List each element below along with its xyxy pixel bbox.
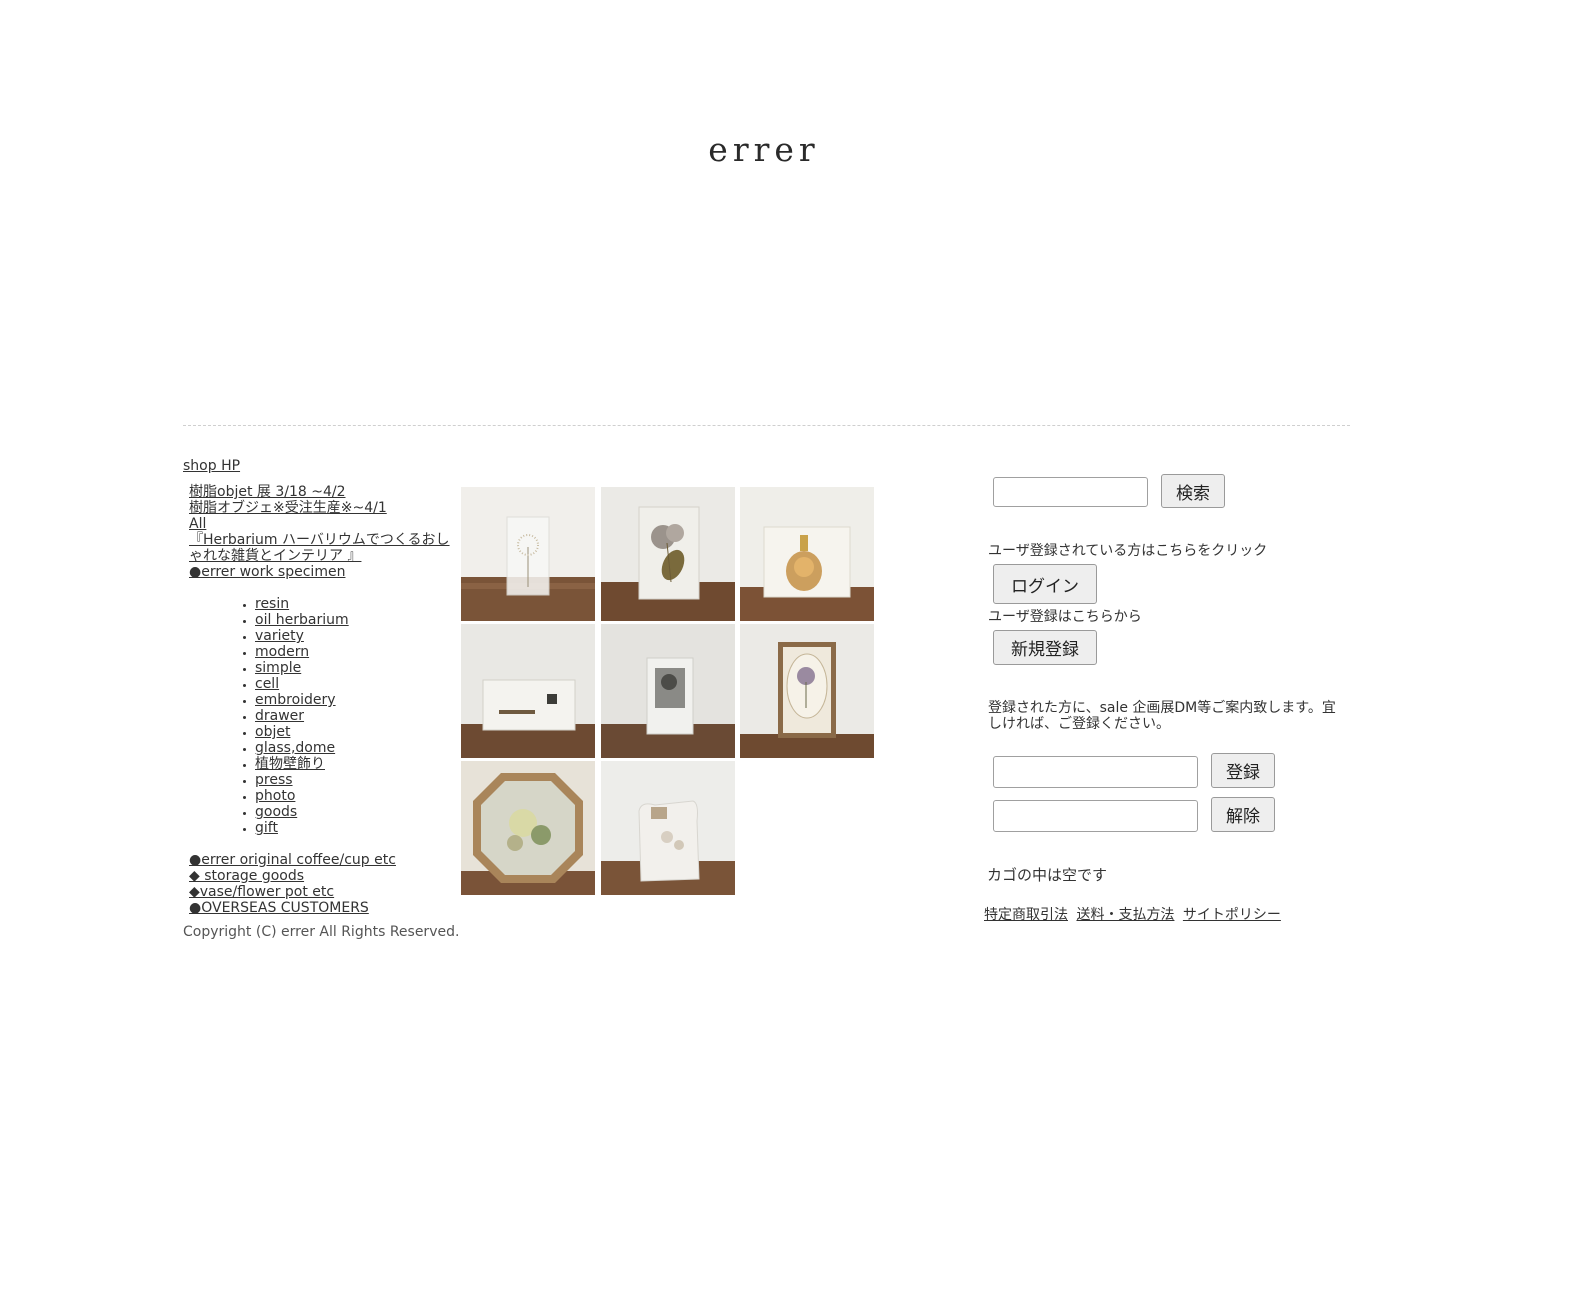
list-item: photo — [255, 788, 453, 804]
product-tile[interactable] — [461, 761, 595, 895]
category-link-resin-objet-exhibition[interactable]: 樹脂objet 展 3/18 ~4/2 — [189, 484, 453, 500]
subcategory-link-plant-wall-decor[interactable]: 植物壁飾り — [255, 756, 453, 772]
subscribe-email-input[interactable] — [993, 756, 1198, 788]
register-button[interactable]: 新規登録 — [993, 630, 1097, 665]
subcategory-link-resin[interactable]: resin — [255, 596, 453, 612]
category-sidebar: shop HP 樹脂objet 展 3/18 ~4/2 樹脂オブジェ※受注生産※… — [183, 458, 453, 916]
category-link-overseas-customers[interactable]: ●OVERSEAS CUSTOMERS — [189, 900, 453, 916]
search-button[interactable]: 検索 — [1161, 474, 1225, 508]
category-link-herbarium-book[interactable]: 『Herbarium ハーバリウムでつくるおしゃれな雑貨とインテリア 』 — [189, 532, 453, 564]
login-button[interactable]: ログイン — [993, 564, 1097, 604]
subcategory-link-cell[interactable]: cell — [255, 676, 453, 692]
subscribe-button[interactable]: 登録 — [1211, 753, 1275, 788]
shop-hp-link[interactable]: shop HP — [183, 458, 453, 474]
product-tile[interactable] — [740, 487, 874, 621]
subcategory-link-embroidery[interactable]: embroidery — [255, 692, 453, 708]
category-link-vase-flower-pot[interactable]: ◆vase/flower pot etc — [189, 884, 453, 900]
product-image — [740, 624, 874, 758]
list-item: embroidery — [255, 692, 453, 708]
header-divider — [183, 425, 1350, 426]
subcategory-link-photo[interactable]: photo — [255, 788, 453, 804]
list-item: press — [255, 772, 453, 788]
product-image — [601, 624, 735, 758]
subcategory-link-gift[interactable]: gift — [255, 820, 453, 836]
category-link-coffee-cup[interactable]: ●errer original coffee/cup etc — [189, 852, 453, 868]
commerce-law-link[interactable]: 特定商取引法 — [984, 907, 1068, 923]
category-link-all[interactable]: All — [189, 516, 453, 532]
subcategory-link-oil-herbarium[interactable]: oil herbarium — [255, 612, 453, 628]
list-item: goods — [255, 804, 453, 820]
search-input[interactable] — [993, 477, 1148, 507]
product-image — [461, 487, 595, 621]
list-item: gift — [255, 820, 453, 836]
category-link-work-specimen[interactable]: ●errer work specimen — [189, 564, 453, 580]
subcategory-list: resin oil herbarium variety modern simpl… — [189, 596, 453, 836]
subcategory-link-objet[interactable]: objet — [255, 724, 453, 740]
subcategory-link-simple[interactable]: simple — [255, 660, 453, 676]
product-tile[interactable] — [740, 624, 874, 758]
list-item: oil herbarium — [255, 612, 453, 628]
subcategory-link-goods[interactable]: goods — [255, 804, 453, 820]
shipping-payment-link[interactable]: 送料・支払方法 — [1076, 907, 1174, 923]
subcategory-link-drawer[interactable]: drawer — [255, 708, 453, 724]
product-image — [601, 487, 735, 621]
list-item: modern — [255, 644, 453, 660]
product-tile[interactable] — [601, 624, 735, 758]
login-prompt: ユーザ登録されている方はこちらをクリック — [988, 543, 1268, 559]
category-list: 樹脂objet 展 3/18 ~4/2 樹脂オブジェ※受注生産※~4/1 All… — [183, 484, 453, 916]
subcategory-link-variety[interactable]: variety — [255, 628, 453, 644]
product-image — [461, 761, 595, 895]
category-link-resin-order-production[interactable]: 樹脂オブジェ※受注生産※~4/1 — [189, 500, 453, 516]
register-prompt: ユーザ登録はこちらから — [988, 609, 1142, 625]
product-tile[interactable] — [601, 761, 735, 895]
product-image — [740, 487, 874, 621]
subcategory-link-glass-dome[interactable]: glass,dome — [255, 740, 453, 756]
product-image — [601, 761, 735, 895]
copyright-text: Copyright (C) errer All Rights Reserved. — [183, 924, 460, 940]
list-item: cell — [255, 676, 453, 692]
site-policy-link[interactable]: サイトポリシー — [1183, 907, 1281, 923]
site-logo[interactable]: errer — [704, 128, 824, 172]
product-image — [461, 624, 595, 758]
unsubscribe-button[interactable]: 解除 — [1211, 797, 1275, 832]
unsubscribe-email-input[interactable] — [993, 800, 1198, 832]
list-item: 植物壁飾り — [255, 756, 453, 772]
subcategory-link-modern[interactable]: modern — [255, 644, 453, 660]
product-tile[interactable] — [601, 487, 735, 621]
cart-status: カゴの中は空です — [987, 866, 1108, 884]
list-item: drawer — [255, 708, 453, 724]
list-item: variety — [255, 628, 453, 644]
list-item: objet — [255, 724, 453, 740]
footer-links: 特定商取引法 送料・支払方法 サイトポリシー — [984, 904, 1285, 924]
subcategory-link-press[interactable]: press — [255, 772, 453, 788]
category-link-storage-goods[interactable]: ◆ storage goods — [189, 868, 453, 884]
product-tile[interactable] — [461, 624, 595, 758]
product-tile[interactable] — [461, 487, 595, 621]
list-item: glass,dome — [255, 740, 453, 756]
newsletter-text: 登録された方に、sale 企画展DM等ご案内致します。宜しければ、ご登録ください… — [988, 700, 1336, 732]
list-item: resin — [255, 596, 453, 612]
list-item: simple — [255, 660, 453, 676]
